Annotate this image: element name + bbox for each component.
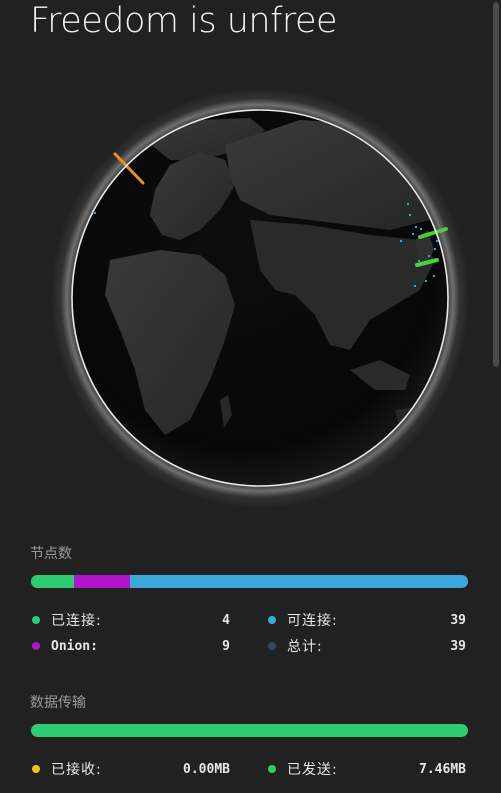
nodes-bar-onion [74, 575, 130, 588]
nodes-bar [31, 575, 468, 588]
nodes-stats: 已连接: 4 可连接: 39 Onion: 9 总计: 39 [32, 610, 468, 660]
onion-label: Onion: [51, 638, 98, 654]
onion-value: 9 [222, 638, 230, 654]
sent-value: 7.46MB [419, 761, 466, 777]
received-value: 0.00MB [183, 761, 230, 777]
page-title: Freedom is unfree [30, 1, 338, 41]
onion-dot [32, 642, 40, 650]
scrollbar-thumb[interactable] [493, 2, 499, 367]
stat-onion: Onion: 9 [32, 636, 230, 656]
nodes-bar-connected [31, 575, 74, 588]
reachable-value: 39 [450, 612, 466, 628]
app-window: Freedom is unfree 节点数 已连接: 4 可连接: 39 Oni… [0, 0, 501, 793]
received-label: 已接收: [51, 762, 102, 778]
connected-value: 4 [222, 612, 230, 628]
globe-view[interactable] [50, 88, 470, 510]
nodes-bar-reachable [130, 575, 468, 588]
sent-label: 已发送: [287, 762, 338, 778]
nodes-section-label: 节点数 [30, 546, 72, 562]
stat-sent: 已发送: 7.46MB [268, 759, 466, 779]
scrollbar[interactable] [491, 0, 501, 793]
received-dot [32, 765, 40, 773]
total-dot [268, 642, 276, 650]
total-label: 总计: [287, 639, 323, 655]
connected-label: 已连接: [51, 613, 102, 629]
stat-reachable: 可连接: 39 [268, 610, 466, 630]
sent-dot [268, 765, 276, 773]
transfer-bar [31, 724, 468, 737]
transfer-bar-sent [31, 724, 468, 737]
globe-svg [50, 88, 470, 508]
stat-connected: 已连接: 4 [32, 610, 230, 630]
stat-received: 已接收: 0.00MB [32, 759, 230, 779]
transfer-stats: 已接收: 0.00MB 已发送: 7.46MB [32, 759, 468, 781]
connected-dot [32, 616, 40, 624]
reachable-dot [268, 616, 276, 624]
reachable-label: 可连接: [287, 613, 338, 629]
total-value: 39 [450, 638, 466, 654]
transfer-section-label: 数据传输 [30, 695, 86, 711]
stat-total: 总计: 39 [268, 636, 466, 656]
